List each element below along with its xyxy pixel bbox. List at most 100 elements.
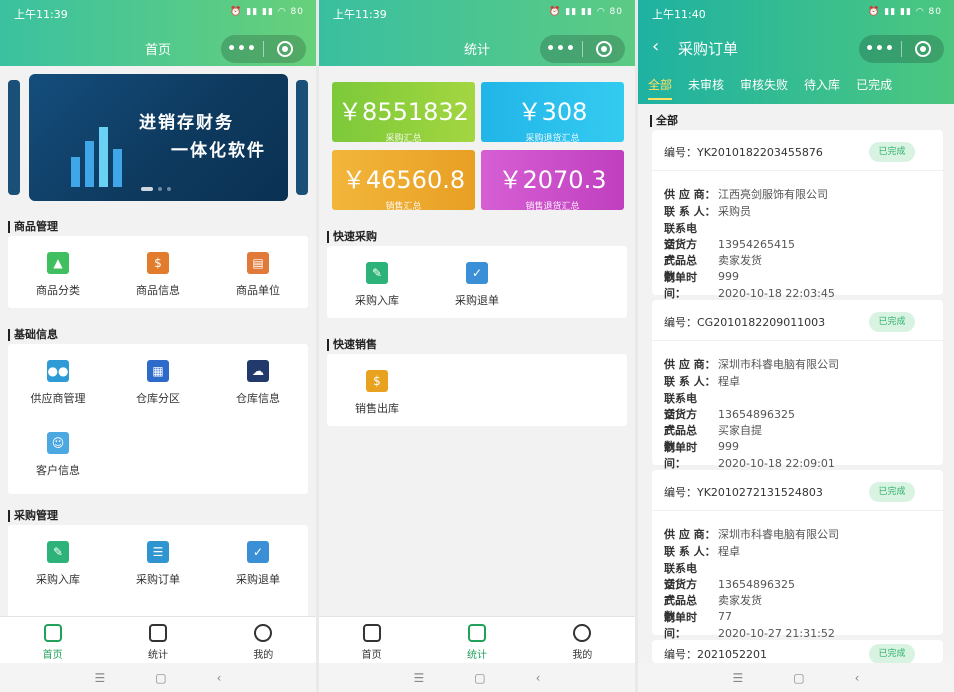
- supplier-row: 供 应 商： 深圳市科睿电脑有限公司: [664, 358, 839, 371]
- banner-next-slide[interactable]: [296, 80, 308, 195]
- top-bar: 上午11:40 ⏰ ▮▮ ▮▮ ◠ 80 ‹ 采购订单 ••• 全部 未审核 审…: [638, 0, 954, 104]
- tab-stats[interactable]: 统计: [424, 617, 529, 663]
- order-number: 编号：CG2010182209011003: [664, 316, 826, 329]
- chart-icon: [148, 624, 167, 642]
- home-icon: [362, 624, 381, 642]
- order-filter-tabs: 全部 未审核 审核失败 待入库 已完成: [638, 76, 954, 100]
- grid-item-supplier[interactable]: ●● 供应商管理: [8, 360, 108, 406]
- menu-nav-icon[interactable]: ☰: [414, 671, 425, 685]
- order-card[interactable]: 编号：YK2010272131524803 已完成 供 应 商： 深圳市科睿电脑有…: [652, 470, 943, 640]
- basic-info-card: ●● 供应商管理 ▦ 仓库分区 ☁ 仓库信息 ☺ 客户信息: [8, 344, 308, 494]
- status-time: 上午11:39: [333, 8, 387, 21]
- stat-purchase-return-total[interactable]: ￥308 采购退货汇总: [481, 82, 624, 144]
- supplier-row: 供 应 商： 江西亮剑服饰有限公司: [664, 188, 828, 201]
- tab-mine[interactable]: 我的: [211, 617, 316, 663]
- order-number: 编号：YK2010182203455876: [664, 146, 823, 159]
- grid-item-sales-out[interactable]: $ 销售出库: [327, 370, 427, 416]
- back-nav-icon[interactable]: ‹: [855, 671, 860, 685]
- money-doc-icon: $: [366, 370, 388, 392]
- grid-item-warehouse-zone[interactable]: ▦ 仓库分区: [108, 360, 208, 406]
- grid-item-customer[interactable]: ☺ 客户信息: [8, 432, 108, 478]
- grid-item-goods-unit[interactable]: ▤ 商品单位: [208, 252, 308, 298]
- status-badge: 已完成: [869, 312, 915, 332]
- home-nav-icon[interactable]: ▢: [474, 671, 485, 685]
- system-nav-bar: ☰ ▢ ‹: [638, 663, 954, 692]
- grid-item-warehouse-info[interactable]: ☁ 仓库信息: [208, 360, 308, 406]
- purchase-management-card: ✎ 采购入库 ☰ 采购订单 ✓ 采购退单: [8, 525, 308, 625]
- quick-purchase-card: ✎ 采购入库 ✓ 采购退单: [327, 246, 627, 318]
- close-icon[interactable]: [902, 41, 944, 57]
- tab-unreviewed[interactable]: 未审核: [688, 76, 724, 100]
- back-nav-icon[interactable]: ‹: [217, 671, 222, 685]
- banner-prev-slide[interactable]: [8, 80, 20, 195]
- quick-sales-card: $ 销售出库: [327, 354, 627, 426]
- system-nav-bar: ☰ ▢ ‹: [0, 663, 316, 692]
- section-title: 快速采购: [327, 231, 377, 243]
- status-icons: ⏰ ▮▮ ▮▮ ◠ 80: [868, 7, 942, 17]
- status-time: 上午11:39: [14, 8, 68, 21]
- order-card[interactable]: 编号：2021052201 已完成: [652, 640, 943, 663]
- section-title: 采购管理: [8, 510, 58, 522]
- tab-bar: 首页 统计 我的: [0, 616, 316, 663]
- menu-nav-icon[interactable]: ☰: [733, 671, 744, 685]
- order-card[interactable]: 编号：CG2010182209011003 已完成 供 应 商： 深圳市科睿电脑有…: [652, 300, 943, 470]
- grid-item-goods-category[interactable]: ▲ 商品分类: [8, 252, 108, 298]
- money-doc-icon: $: [147, 252, 169, 274]
- carousel-indicator: [141, 187, 171, 191]
- home-icon: [43, 624, 62, 642]
- back-nav-icon[interactable]: ‹: [536, 671, 541, 685]
- close-icon[interactable]: [583, 41, 625, 57]
- tab-completed[interactable]: 已完成: [856, 76, 892, 100]
- status-badge: 已完成: [869, 482, 915, 502]
- status-badge: 已完成: [869, 142, 915, 162]
- stats-screen: 上午11:39 ⏰ ▮▮ ▮▮ ◠ 80 统计 ••• ￥8551832 采购汇…: [319, 0, 635, 692]
- section-title: 全部: [650, 115, 678, 127]
- grid-item-goods-info[interactable]: $ 商品信息: [108, 252, 208, 298]
- home-nav-icon[interactable]: ▢: [793, 671, 804, 685]
- status-time: 上午11:40: [652, 8, 706, 21]
- order-number: 编号：YK2010272131524803: [664, 486, 823, 499]
- menu-nav-icon[interactable]: ☰: [95, 671, 106, 685]
- more-icon[interactable]: •••: [859, 41, 901, 57]
- stat-purchase-total[interactable]: ￥8551832 采购汇总: [332, 82, 475, 144]
- section-title: 商品管理: [8, 221, 58, 233]
- chart-icon: [467, 624, 486, 642]
- grid-item-purchase-in[interactable]: ✎ 采购入库: [8, 541, 108, 587]
- people-icon: ●●: [47, 360, 69, 382]
- tab-home[interactable]: 首页: [0, 617, 105, 663]
- board-icon: ▦: [147, 360, 169, 382]
- goods-management-card: ▲ 商品分类 $ 商品信息 ▤ 商品单位: [8, 236, 308, 308]
- tab-home[interactable]: 首页: [319, 617, 424, 663]
- section-title: 基础信息: [8, 329, 58, 341]
- grid-item-purchase-in[interactable]: ✎ 采购入库: [327, 262, 427, 308]
- back-icon[interactable]: ‹: [652, 36, 659, 57]
- grid-item-purchase-return[interactable]: ✓ 采购退单: [427, 262, 527, 308]
- mini-program-capsule: •••: [221, 35, 306, 63]
- status-badge: 已完成: [869, 644, 915, 663]
- more-icon[interactable]: •••: [221, 41, 263, 57]
- stat-sales-total[interactable]: ￥46560.8 销售汇总: [332, 150, 475, 212]
- banner[interactable]: 进销存财务 一体化软件: [29, 74, 288, 201]
- tab-mine[interactable]: 我的: [530, 617, 635, 663]
- banner-title: 进销存财务: [139, 113, 234, 133]
- order-card[interactable]: 编号：YK2010182203455876 已完成 供 应 商： 江西亮剑服饰有限…: [652, 130, 943, 300]
- time-row: 制单时间： 2020-10-27 21:31:52: [664, 611, 835, 640]
- pen-icon: ✎: [47, 541, 69, 563]
- banner-subtitle: 一体化软件: [171, 141, 266, 161]
- more-icon[interactable]: •••: [540, 41, 582, 57]
- tab-pending-stock[interactable]: 待入库: [804, 76, 840, 100]
- contact-row: 联 系 人： 程卓: [664, 545, 740, 558]
- tab-review-failed[interactable]: 审核失败: [740, 76, 788, 100]
- home-screen: 上午11:39 ⏰ ▮▮ ▮▮ ◠ 80 首页 ••• 进销存财务 一体化软件 …: [0, 0, 316, 692]
- grid-item-purchase-order[interactable]: ☰ 采购订单: [108, 541, 208, 587]
- grid-item-purchase-return[interactable]: ✓ 采购退单: [208, 541, 308, 587]
- status-icons: ⏰ ▮▮ ▮▮ ◠ 80: [549, 7, 623, 17]
- stat-sales-return-total[interactable]: ￥2070.3 销售退货汇总: [481, 150, 624, 212]
- tab-all[interactable]: 全部: [648, 76, 673, 100]
- close-icon[interactable]: [264, 41, 306, 57]
- tab-stats[interactable]: 统计: [105, 617, 210, 663]
- top-bar: 上午11:39 ⏰ ▮▮ ▮▮ ◠ 80 首页 •••: [0, 0, 316, 66]
- user-icon: [254, 624, 273, 642]
- home-nav-icon[interactable]: ▢: [155, 671, 166, 685]
- page-title: 采购订单: [678, 40, 739, 58]
